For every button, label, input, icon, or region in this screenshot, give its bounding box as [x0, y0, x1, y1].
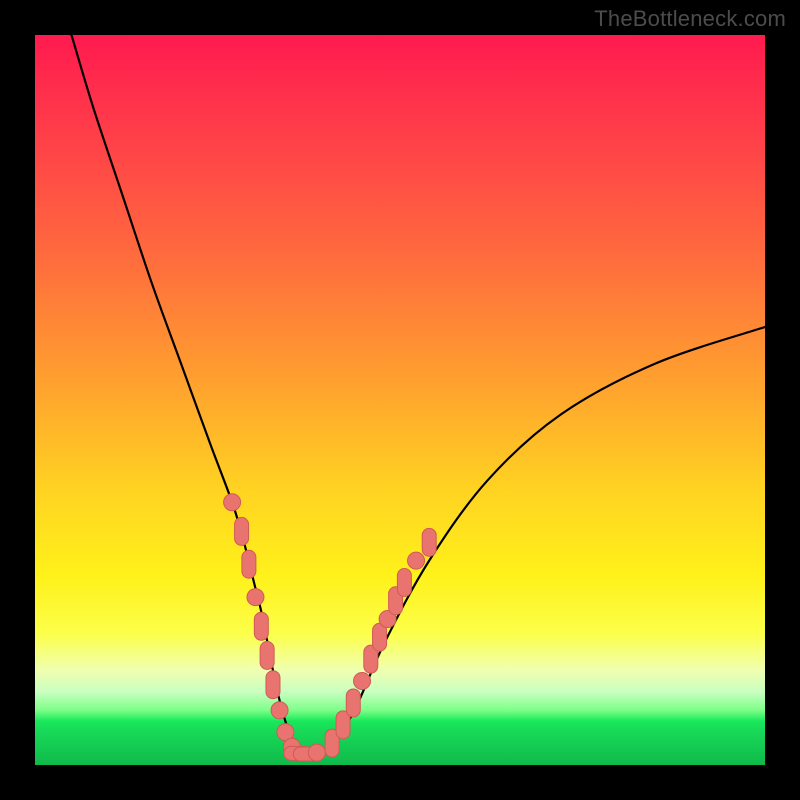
marker-point: [247, 589, 264, 606]
marker-point: [266, 671, 280, 699]
marker-point: [254, 612, 268, 640]
highlighted-points: [224, 494, 437, 761]
chart-frame: TheBottleneck.com: [0, 0, 800, 800]
marker-point: [408, 552, 425, 569]
bottleneck-curve: [72, 35, 766, 754]
marker-point: [271, 702, 288, 719]
marker-point: [346, 689, 360, 717]
marker-point: [224, 494, 241, 511]
chart-svg: [35, 35, 765, 765]
marker-point: [235, 517, 249, 545]
marker-point: [308, 744, 325, 761]
plot-area: [35, 35, 765, 765]
marker-point: [242, 550, 256, 578]
marker-point: [397, 569, 411, 597]
watermark-label: TheBottleneck.com: [594, 6, 786, 32]
marker-point: [260, 642, 274, 670]
marker-point: [422, 528, 436, 556]
marker-point: [354, 673, 371, 690]
marker-point: [373, 623, 387, 651]
